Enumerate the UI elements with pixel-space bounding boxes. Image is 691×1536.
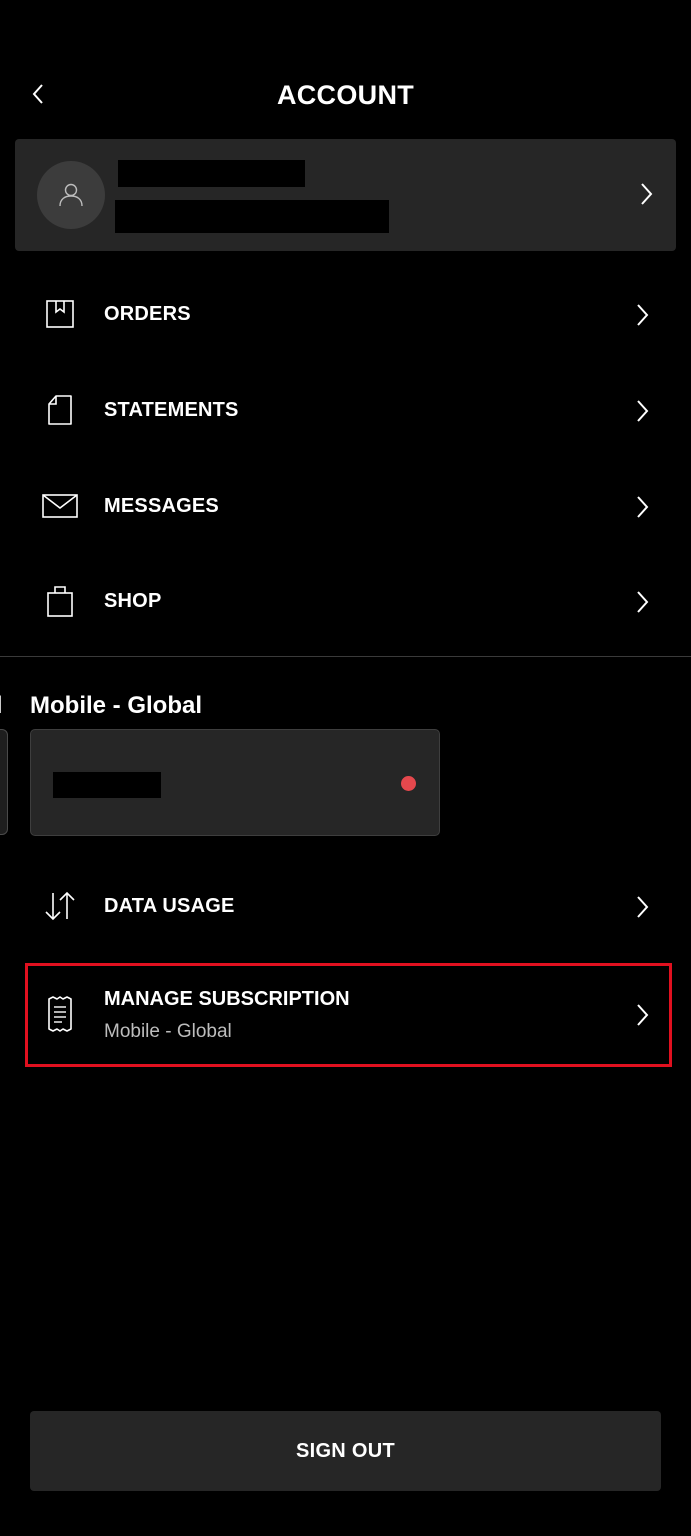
previous-plan-title-edge: l [0, 691, 3, 721]
menu-item-label: SHOP [104, 590, 162, 612]
menu-item-statements[interactable]: STATEMENTS [0, 380, 691, 440]
menu-item-messages[interactable]: MESSAGES [0, 476, 691, 536]
plan-card[interactable] [30, 729, 440, 836]
menu-item-label: STATEMENTS [104, 399, 239, 421]
chevron-right-icon [637, 496, 649, 518]
envelope-icon [40, 488, 80, 524]
profile-name-redacted [118, 160, 305, 187]
page-title: ACCOUNT [276, 80, 415, 110]
menu-item-label: ORDERS [104, 303, 191, 325]
chevron-right-icon [637, 304, 649, 326]
shopping-bag-icon [40, 583, 80, 619]
chevron-right-icon [641, 183, 653, 205]
document-icon [40, 392, 80, 428]
bookmark-box-icon [40, 296, 80, 332]
menu-item-orders[interactable]: ORDERS [0, 284, 691, 344]
menu-item-label: MESSAGES [104, 495, 219, 517]
avatar [37, 161, 105, 229]
chevron-right-icon [637, 591, 649, 613]
section-divider [0, 656, 691, 657]
plan-title: Mobile - Global [30, 692, 202, 719]
previous-plan-card-edge[interactable] [0, 729, 8, 835]
status-dot [401, 776, 416, 791]
manage-subscription-label: MANAGE SUBSCRIPTION [104, 988, 350, 1010]
receipt-icon [40, 994, 80, 1034]
account-screen: ACCOUNT ORDERS STATEMENTS MESSAGES SHOP … [0, 0, 691, 1536]
menu-item-data-usage[interactable]: DATA USAGE [0, 876, 691, 936]
plan-number-redacted [53, 772, 161, 798]
menu-item-label: DATA USAGE [104, 895, 235, 917]
chevron-right-icon [637, 400, 649, 422]
profile-email-redacted [115, 200, 389, 233]
arrows-up-down-icon [40, 888, 80, 924]
user-icon [59, 183, 83, 207]
profile-card[interactable] [15, 139, 676, 251]
menu-item-shop[interactable]: SHOP [0, 571, 691, 631]
chevron-right-icon [637, 1004, 649, 1026]
manage-subscription-plan-name: Mobile - Global [104, 1021, 232, 1042]
manage-subscription-row[interactable] [25, 963, 672, 1067]
chevron-right-icon [637, 896, 649, 918]
sign-out-button[interactable]: SIGN OUT [30, 1411, 661, 1491]
